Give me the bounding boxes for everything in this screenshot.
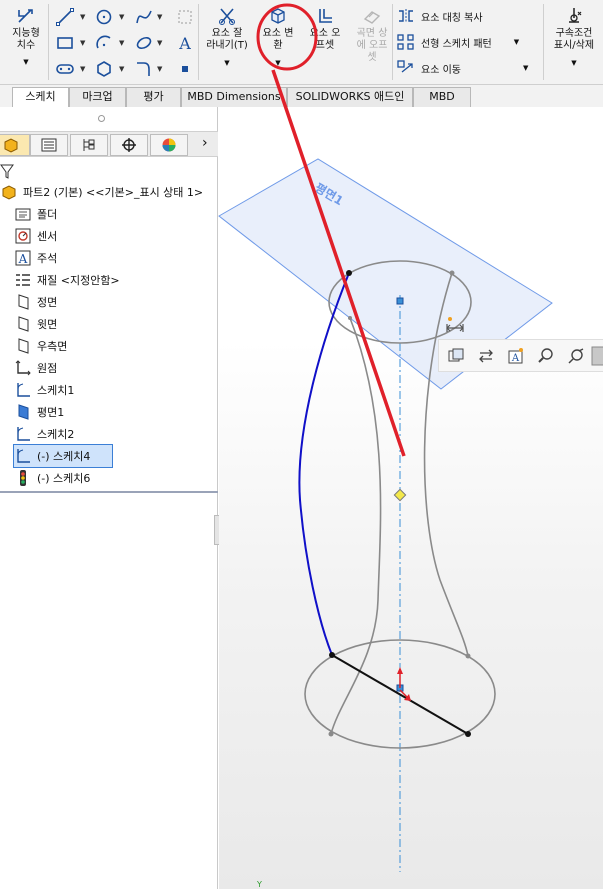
top-center-point[interactable] — [396, 297, 404, 305]
sketch-point[interactable] — [348, 316, 352, 320]
view-orientation-icon[interactable] — [567, 347, 585, 365]
section-view-icon[interactable] — [591, 345, 603, 367]
dimension-hint-icon-wrapper — [444, 316, 466, 334]
sketch-point[interactable] — [465, 731, 471, 737]
guide-curve-grey[interactable] — [330, 317, 382, 735]
sketch-midpoint-marker[interactable] — [393, 488, 407, 502]
annotation-circle — [256, 3, 318, 71]
annotation-view-icon[interactable]: A — [507, 347, 525, 365]
sketch-point[interactable] — [465, 653, 471, 659]
sketch-geometry: 평면1 Y — [218, 3, 553, 889]
previous-view-icon[interactable] — [477, 347, 495, 365]
zoom-icon[interactable] — [537, 347, 555, 365]
axis-label: Y — [256, 880, 262, 889]
sketch-point[interactable] — [328, 731, 334, 737]
heads-up-view-toolbar: A — [438, 339, 603, 372]
svg-text:A: A — [511, 353, 520, 364]
dimension-hint-icon[interactable] — [444, 316, 466, 334]
sketch-point[interactable] — [449, 270, 455, 276]
selected-guide-curve[interactable] — [298, 272, 350, 656]
sketch-point[interactable] — [329, 652, 335, 658]
sketch-point[interactable] — [346, 270, 352, 276]
origin-y-arrowhead — [397, 667, 403, 674]
zoom-to-fit-icon[interactable] — [447, 347, 465, 365]
